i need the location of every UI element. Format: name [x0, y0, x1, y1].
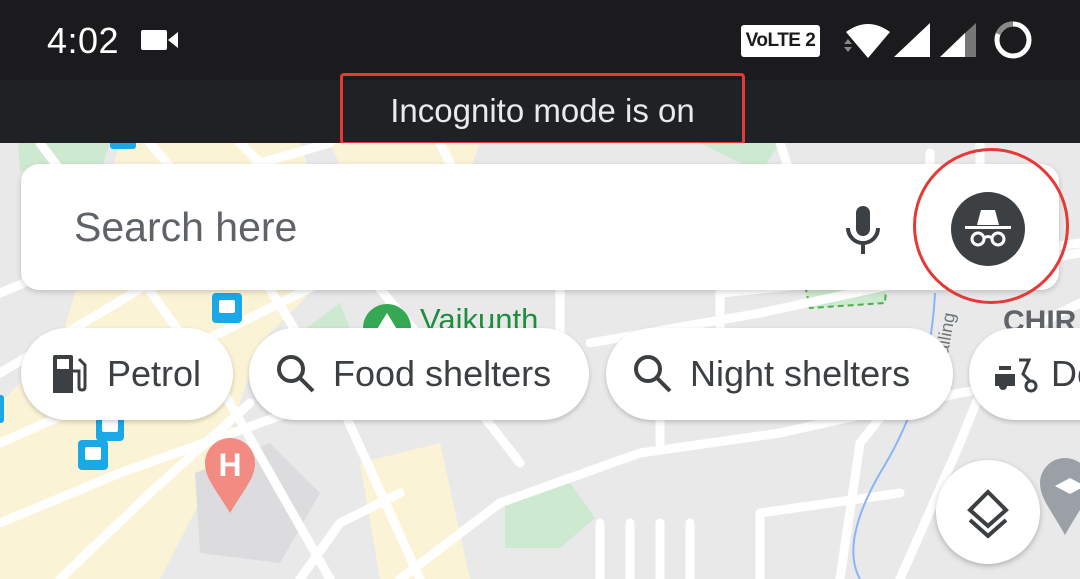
status-bar: 4:02 VoLTE 2 — [0, 0, 1080, 80]
incognito-highlight-ring — [913, 148, 1069, 304]
layers-button[interactable] — [936, 460, 1040, 564]
signal-sim1-icon — [894, 23, 930, 57]
chip-food-shelters[interactable]: Food shelters — [249, 328, 589, 420]
chip-night-shelters[interactable]: Night shelters — [606, 328, 953, 420]
battery-ring-icon — [994, 21, 1032, 59]
school-pin-icon[interactable] — [1040, 458, 1080, 535]
chip-delivery[interactable]: De — [969, 328, 1080, 420]
chip-label: Petrol — [107, 353, 202, 394]
search-icon — [634, 355, 672, 393]
svg-text:H: H — [218, 447, 241, 483]
layers-icon — [967, 489, 1009, 539]
fuel-pump-icon — [53, 355, 87, 393]
chip-label: De — [1051, 353, 1080, 394]
search-bar — [21, 164, 1059, 290]
scooter-icon — [995, 358, 1038, 393]
wifi-icon — [844, 24, 890, 58]
status-time: 4:02 — [47, 20, 120, 61]
microphone-icon[interactable] — [843, 204, 883, 256]
search-input[interactable] — [74, 202, 814, 252]
chip-label: Food shelters — [333, 353, 552, 394]
signal-sim2-icon — [940, 23, 976, 57]
volte-icon: VoLTE 2 — [741, 25, 820, 57]
video-camera-icon — [141, 30, 178, 50]
chip-petrol[interactable]: Petrol — [21, 328, 233, 420]
search-icon — [277, 355, 315, 393]
chip-label: Night shelters — [690, 353, 911, 394]
banner-highlight-box — [340, 73, 745, 145]
